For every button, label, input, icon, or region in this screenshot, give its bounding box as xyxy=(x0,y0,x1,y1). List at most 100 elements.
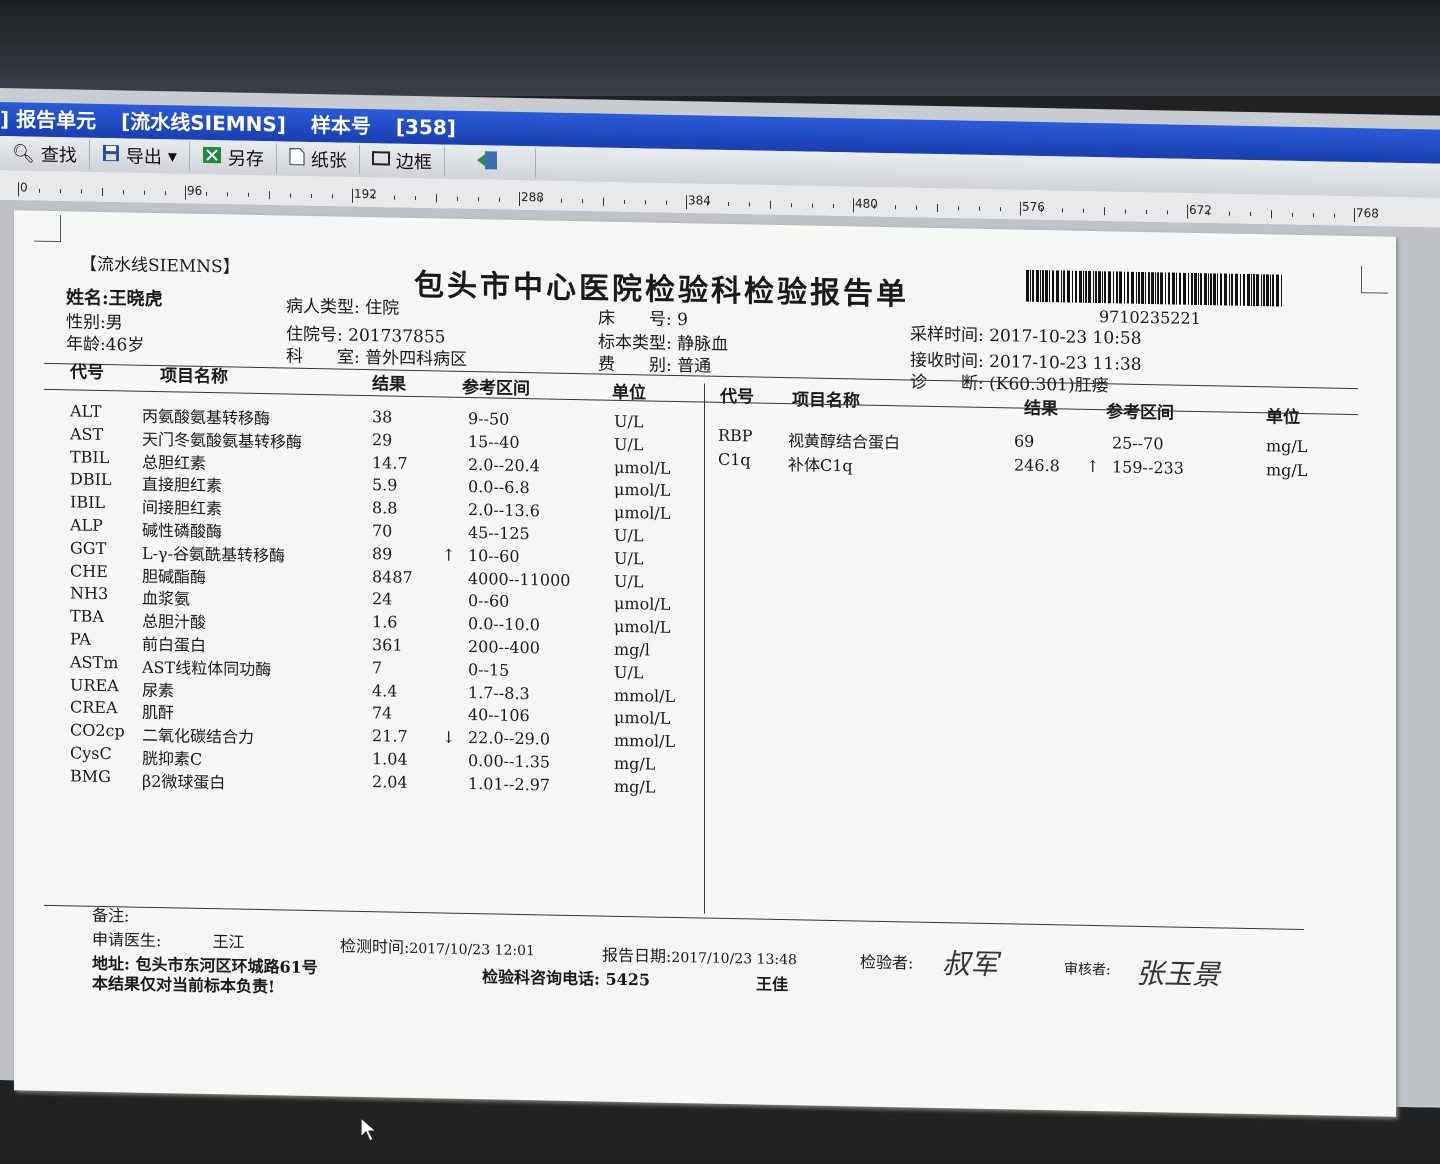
row-code: UREA xyxy=(70,674,119,695)
row-code: RBP xyxy=(718,425,753,446)
ruler-subtick xyxy=(561,198,562,203)
row-ref: 0.00--1.35 xyxy=(468,750,551,772)
test-time-label: 检测时间: xyxy=(340,936,410,957)
row-name: 尿素 xyxy=(142,680,175,700)
barcode-bar xyxy=(1083,270,1084,303)
row-ref: 1.7--8.3 xyxy=(468,682,530,703)
ruler-subtick xyxy=(1334,213,1335,218)
barcode-bar xyxy=(1168,272,1170,305)
barcode-bar xyxy=(1151,272,1154,305)
barcode-bar xyxy=(1217,273,1218,306)
row-name: 碱性磷酸酶 xyxy=(142,520,223,542)
paper-button[interactable]: 纸张 xyxy=(276,143,360,175)
barcode-bar xyxy=(1108,271,1111,304)
row-result: 7 xyxy=(372,657,383,678)
spreadsheet-icon xyxy=(202,145,222,168)
barcode-bar xyxy=(1191,272,1193,305)
title-instrument: [流水线SIEMNS] xyxy=(121,109,286,137)
barcode-bar xyxy=(1160,272,1163,305)
ruler-subtick xyxy=(666,200,667,205)
barcode-bar xyxy=(1204,273,1207,306)
row-result: 5.9 xyxy=(372,475,398,496)
fee-value: 普通 xyxy=(677,356,712,377)
right-col-name-header: 项目名称 xyxy=(792,390,860,412)
ruler-subtick xyxy=(1104,207,1105,216)
row-code: TBIL xyxy=(70,446,110,467)
barcode-bar xyxy=(1276,274,1279,307)
barcode-bar xyxy=(1045,270,1048,303)
row-code: CHE xyxy=(70,560,108,581)
exit-button[interactable] xyxy=(444,146,536,179)
ruler-subtick xyxy=(582,199,583,204)
ruler-subtick xyxy=(833,203,834,209)
row-result: 29 xyxy=(372,429,393,450)
floppy-disk-icon xyxy=(102,143,120,166)
row-result: 70 xyxy=(372,521,393,541)
find-label: 查找 xyxy=(40,144,77,167)
row-unit: μmol/L xyxy=(614,594,671,615)
crop-mark xyxy=(34,214,61,243)
row-unit: μmol/L xyxy=(614,502,671,524)
department-field: 科 室: 普外四科病区 xyxy=(286,341,467,369)
row-name: 总胆红素 xyxy=(142,452,207,473)
barcode-bar xyxy=(1165,272,1166,305)
row-ref: 4000--11000 xyxy=(468,568,571,590)
paper-label: 纸张 xyxy=(310,149,347,172)
title-sample-number: [358] xyxy=(395,114,456,140)
barcode-bar xyxy=(1253,274,1255,307)
row-code: IBIL xyxy=(70,492,106,513)
export-button[interactable]: 导出 ▾ xyxy=(89,139,190,172)
barcode-bar xyxy=(1113,271,1114,304)
row-unit: U/L xyxy=(614,548,644,569)
ruler-subtick xyxy=(895,205,896,210)
barcode-bar xyxy=(1235,273,1238,306)
row-unit: mg/L xyxy=(1266,460,1308,481)
tester-signature: 叔军 xyxy=(942,947,999,982)
barcode-bar xyxy=(1095,271,1097,304)
ruler-subtick xyxy=(227,192,228,197)
reviewer-label: 审核者: xyxy=(1064,961,1111,979)
ruler-subtick xyxy=(1000,207,1001,212)
export-dropdown-icon[interactable]: ▾ xyxy=(168,146,177,167)
row-flag: ↑ xyxy=(442,545,456,565)
ruler-subtick xyxy=(707,201,708,206)
border-button[interactable]: 边框 xyxy=(359,144,445,177)
ruler-mark: 96 xyxy=(187,183,203,198)
patient-type-field: 病人类型: 住院 xyxy=(286,291,399,318)
barcode-bar xyxy=(1266,274,1269,307)
department-value: 普外四科病区 xyxy=(365,348,468,370)
row-result: 246.8 xyxy=(1014,455,1060,476)
row-code: ALT xyxy=(70,401,102,421)
barcode-bar xyxy=(1243,273,1245,306)
row-result: 1.04 xyxy=(372,749,408,769)
barcode-bar xyxy=(1155,272,1156,305)
row-name: 视黄醇结合蛋白 xyxy=(788,431,901,453)
disclaimer: 本结果仅对当前标本负责! xyxy=(92,973,276,997)
barcode-bar xyxy=(1030,269,1031,302)
ruler-subtick xyxy=(373,195,374,200)
row-ref: 0.0--10.0 xyxy=(468,614,540,635)
row-unit: mg/L xyxy=(1266,436,1308,457)
barcode-bar xyxy=(1200,273,1202,306)
ruler-subtick xyxy=(144,190,145,195)
barcode-bar xyxy=(1093,270,1094,304)
ruler-subtick xyxy=(1167,210,1168,215)
ruler-subtick xyxy=(102,187,103,196)
age-label: 年龄: xyxy=(66,334,106,356)
barcode-bar xyxy=(1124,271,1125,304)
ruler-subtick xyxy=(1229,211,1230,216)
row-unit: mg/L xyxy=(614,776,656,797)
barcode-bar xyxy=(1104,271,1106,304)
row-name: 补体C1q xyxy=(788,455,853,476)
barcode-bar xyxy=(1188,272,1189,305)
row-code: CysC xyxy=(70,743,112,764)
find-button[interactable]: 🔍︎ 查找 xyxy=(0,138,90,170)
barcode-bar xyxy=(1061,270,1062,303)
ruler-subtick xyxy=(749,202,750,207)
row-name: 前白蛋白 xyxy=(142,634,207,655)
ruler-subtick xyxy=(645,200,646,205)
bed-label: 床 号: xyxy=(598,308,672,330)
save-as-button[interactable]: 另存 xyxy=(189,141,277,174)
row-ref: 0--60 xyxy=(468,591,510,612)
row-unit: U/L xyxy=(614,411,644,432)
